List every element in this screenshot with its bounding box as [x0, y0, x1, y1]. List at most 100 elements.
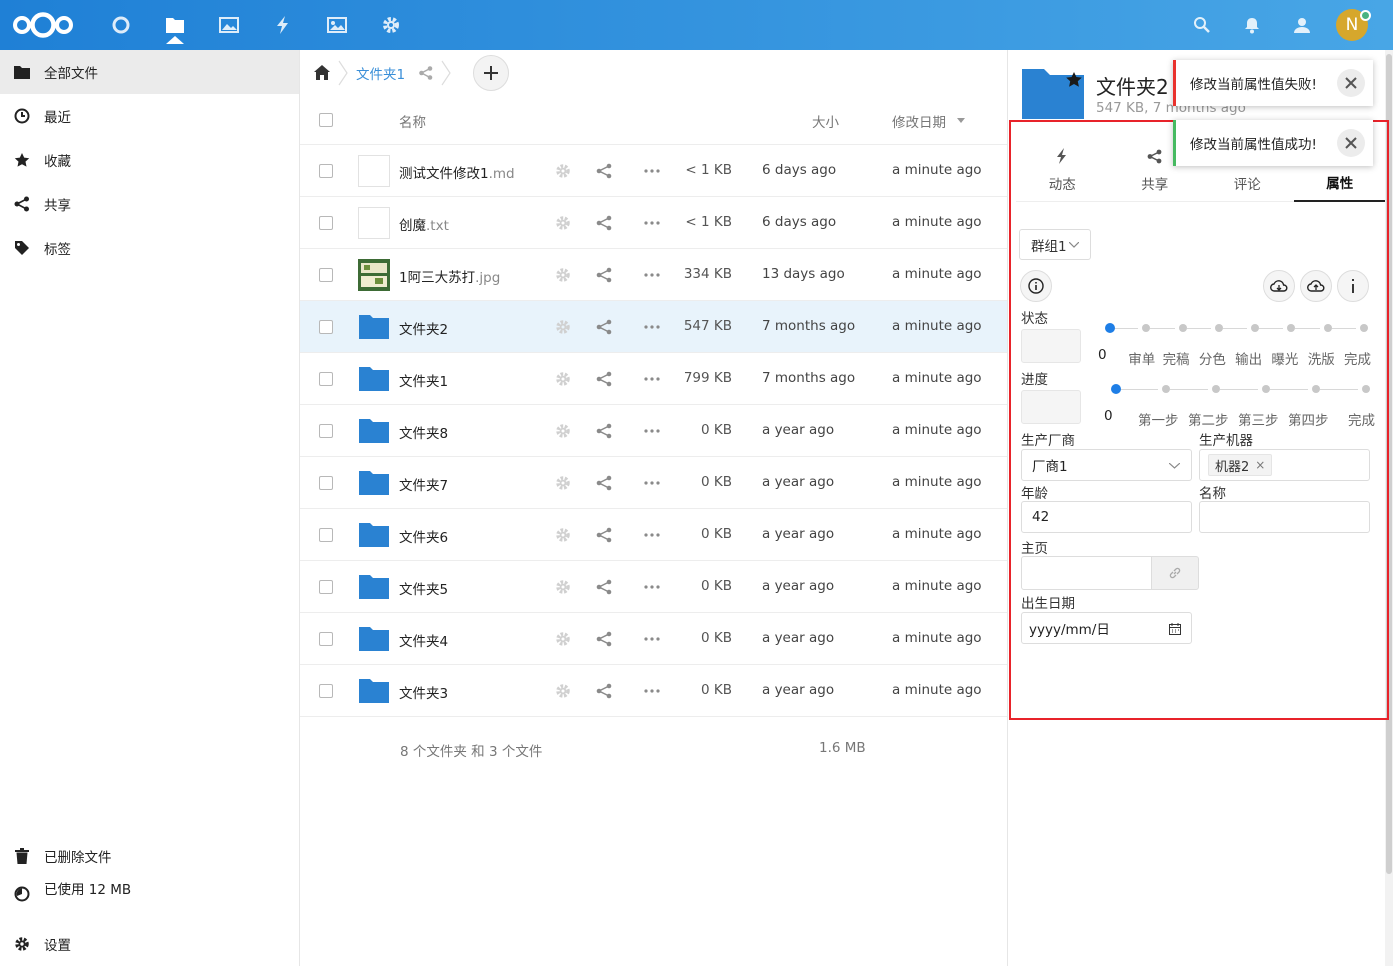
group-select[interactable]: 群组1 [1019, 229, 1091, 260]
row-checkbox[interactable] [319, 216, 333, 230]
column-header-size[interactable]: 大小 [812, 111, 839, 131]
homepage-input[interactable] [1021, 556, 1152, 590]
gallery-icon[interactable] [310, 0, 364, 50]
file-name[interactable]: 文件夹7 [399, 474, 448, 494]
manufacturer-select[interactable]: 厂商1 [1021, 449, 1192, 481]
more-actions-icon[interactable] [642, 213, 662, 233]
table-row[interactable]: 创魔.txt < 1 KB 6 days ago a minute ago [300, 197, 1007, 249]
share-icon[interactable] [594, 213, 614, 233]
gear-icon[interactable] [553, 213, 573, 233]
share-icon[interactable] [594, 525, 614, 545]
step-dot[interactable] [1212, 385, 1220, 393]
birthday-date-input[interactable]: yyyy/mm/日 [1021, 612, 1192, 644]
file-name[interactable]: 文件夹6 [399, 526, 448, 546]
sidebar-item-tags[interactable]: 标签 [0, 226, 299, 270]
photos-icon[interactable] [202, 0, 256, 50]
nextcloud-logo-icon[interactable] [12, 10, 74, 40]
table-row[interactable]: 文件夹5 0 KB a year ago a minute ago [300, 561, 1007, 613]
table-row[interactable]: 文件夹3 0 KB a year ago a minute ago [300, 665, 1007, 717]
name-input[interactable] [1199, 501, 1370, 533]
file-name[interactable]: 测试文件修改1.md [399, 162, 515, 182]
notifications-bell-icon[interactable] [1227, 0, 1277, 50]
step-dot[interactable] [1214, 324, 1223, 332]
settings-app-icon[interactable] [364, 0, 418, 50]
file-name[interactable]: 文件夹1 [399, 370, 448, 390]
avatar[interactable]: N [1336, 9, 1371, 41]
sidebar-item-quota[interactable]: 已使用 12 MB [0, 872, 300, 922]
dashboard-icon[interactable] [94, 0, 148, 50]
search-icon[interactable] [1177, 0, 1227, 50]
close-icon[interactable] [1337, 69, 1365, 97]
gear-icon[interactable] [553, 629, 573, 649]
open-link-button[interactable] [1151, 556, 1199, 590]
table-row[interactable]: 文件夹2 547 KB 7 months ago a minute ago [300, 301, 1007, 353]
share-icon[interactable] [594, 473, 614, 493]
more-actions-icon[interactable] [642, 473, 662, 493]
file-name[interactable]: 文件夹4 [399, 630, 448, 650]
step-dot[interactable] [1312, 385, 1320, 393]
table-row[interactable]: 测试文件修改1.md < 1 KB 6 days ago a minute ago [300, 145, 1007, 197]
cloud-download-button[interactable] [1263, 270, 1295, 302]
column-header-name[interactable]: 名称 [399, 111, 426, 131]
age-input[interactable]: 42 [1021, 501, 1192, 533]
row-checkbox[interactable] [319, 580, 333, 594]
details-info-button[interactable] [1337, 270, 1369, 302]
folder-icon[interactable] [359, 315, 391, 347]
gear-icon[interactable] [553, 369, 573, 389]
scrollbar-thumb[interactable] [1386, 54, 1392, 874]
more-actions-icon[interactable] [642, 265, 662, 285]
cloud-upload-button[interactable] [1300, 270, 1332, 302]
folder-icon[interactable] [359, 679, 391, 711]
gear-icon[interactable] [553, 317, 573, 337]
activity-icon[interactable] [256, 0, 310, 50]
share-icon[interactable] [594, 577, 614, 597]
share-icon[interactable] [594, 265, 614, 285]
share-icon[interactable] [594, 629, 614, 649]
folder-icon[interactable] [359, 523, 391, 555]
row-checkbox[interactable] [319, 684, 333, 698]
step-dot[interactable] [1287, 324, 1296, 332]
file-name[interactable]: 1阿三大苏打.jpg [399, 266, 500, 286]
row-checkbox[interactable] [319, 268, 333, 282]
step-dot[interactable] [1105, 323, 1115, 333]
more-actions-icon[interactable] [642, 525, 662, 545]
file-icon[interactable] [358, 207, 390, 239]
file-name[interactable]: 文件夹8 [399, 422, 448, 442]
row-checkbox[interactable] [319, 164, 333, 178]
share-icon[interactable] [419, 65, 433, 80]
sidebar-item-settings[interactable]: 设置 [0, 922, 300, 966]
more-actions-icon[interactable] [642, 421, 662, 441]
share-icon[interactable] [594, 421, 614, 441]
sidebar-item-all-files[interactable]: 全部文件 [0, 50, 299, 94]
step-dot[interactable] [1111, 384, 1121, 394]
gear-icon[interactable] [553, 265, 573, 285]
gear-icon[interactable] [553, 577, 573, 597]
table-row[interactable]: 文件夹6 0 KB a year ago a minute ago [300, 509, 1007, 561]
home-icon[interactable] [314, 65, 330, 80]
image-thumbnail[interactable] [358, 259, 390, 291]
gear-icon[interactable] [553, 681, 573, 701]
more-actions-icon[interactable] [642, 629, 662, 649]
close-icon[interactable] [1337, 129, 1365, 157]
file-name[interactable]: 创魔.txt [399, 214, 449, 234]
step-dot[interactable] [1162, 385, 1170, 393]
file-icon[interactable] [358, 155, 390, 187]
file-name[interactable]: 文件夹5 [399, 578, 448, 598]
row-checkbox[interactable] [319, 372, 333, 386]
table-row[interactable]: 文件夹1 799 KB 7 months ago a minute ago [300, 353, 1007, 405]
step-dot[interactable] [1362, 385, 1370, 393]
sidebar-item-recent[interactable]: 最近 [0, 94, 299, 138]
step-dot[interactable] [1251, 324, 1260, 332]
folder-icon[interactable] [359, 419, 391, 451]
folder-icon[interactable] [359, 367, 391, 399]
share-icon[interactable] [594, 161, 614, 181]
select-all-checkbox[interactable] [319, 113, 333, 127]
row-checkbox[interactable] [319, 424, 333, 438]
step-dot[interactable] [1178, 324, 1187, 332]
more-actions-icon[interactable] [642, 317, 662, 337]
more-actions-icon[interactable] [642, 681, 662, 701]
folder-icon[interactable] [359, 575, 391, 607]
step-dot[interactable] [1360, 324, 1368, 332]
more-actions-icon[interactable] [642, 161, 662, 181]
folder-icon[interactable] [359, 471, 391, 503]
